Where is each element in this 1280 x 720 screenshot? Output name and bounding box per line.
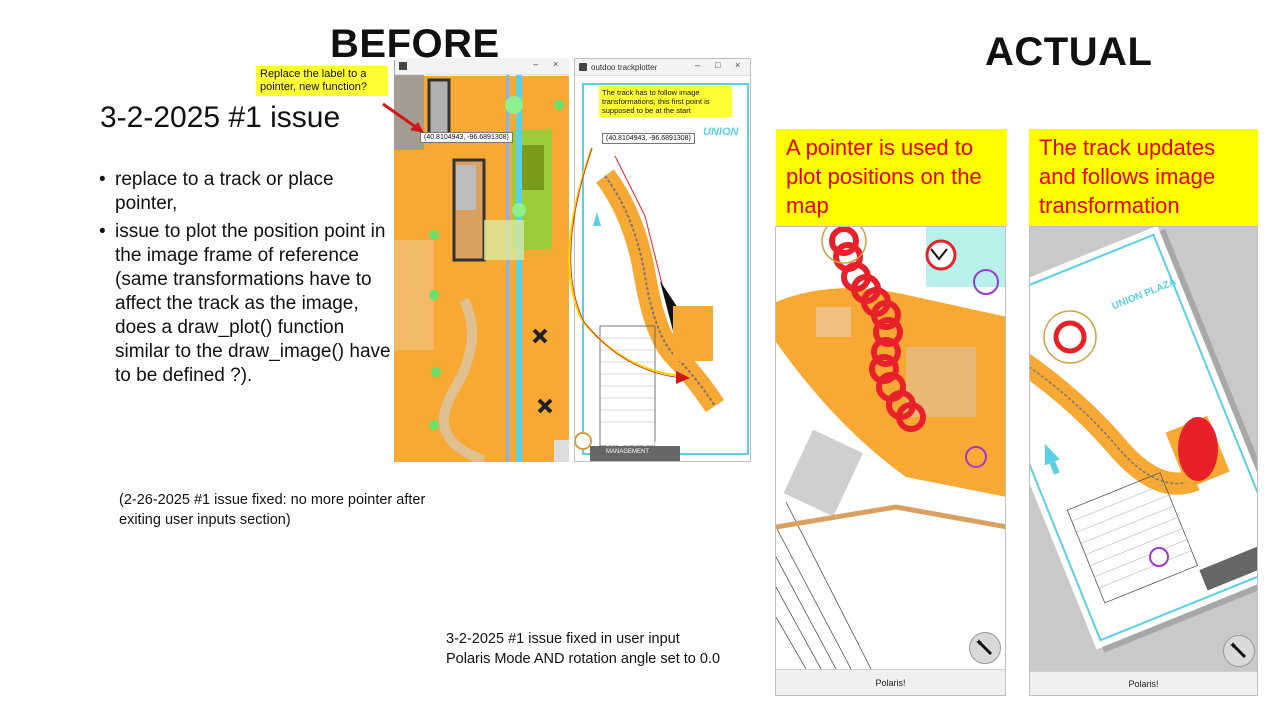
pointer-map-graphic bbox=[776, 227, 1005, 670]
actual-heading: ACTUAL bbox=[985, 30, 1153, 74]
titlebar: outdoo trackplotter – □ × bbox=[575, 59, 750, 76]
issue-bullets: replace to a track or place pointer, iss… bbox=[99, 168, 399, 392]
minimize-icon[interactable]: – bbox=[695, 60, 700, 70]
close-icon[interactable]: × bbox=[735, 60, 740, 70]
magic-wand-button[interactable] bbox=[1223, 635, 1255, 667]
actual-left-caption: A pointer is used to plot positions on t… bbox=[776, 129, 1007, 226]
issue-bullet: replace to a track or place pointer, bbox=[99, 168, 399, 216]
issue-title: 3-2-2025 #1 issue bbox=[100, 101, 341, 134]
actual-left-window: Polaris! bbox=[775, 226, 1006, 696]
blm-label: BUREAU OF LAND MANAGEMENT bbox=[606, 442, 659, 455]
maximize-icon[interactable]: □ bbox=[715, 60, 720, 70]
close-icon[interactable]: × bbox=[553, 59, 558, 69]
pointer-arrow-icon bbox=[382, 102, 424, 133]
magic-wand-icon bbox=[976, 639, 993, 656]
before-left-titlebar: – × bbox=[395, 58, 569, 75]
before-right-sticky-note: The track has to follow image transforma… bbox=[599, 86, 732, 117]
fixed-input-note-line: 3-2-2025 #1 issue fixed in user input bbox=[446, 631, 680, 647]
fixed-pointer-note: (2-26-2025 #1 issue fixed: no more point… bbox=[119, 492, 426, 528]
window-title: outdoo trackplotter bbox=[591, 62, 658, 72]
actual-right-caption: The track updates and follows image tran… bbox=[1029, 129, 1258, 226]
coordinate-label: (40.8104943, -96.6891308) bbox=[420, 132, 513, 143]
minimize-icon[interactable]: – bbox=[533, 59, 538, 69]
magic-wand-icon bbox=[1230, 642, 1247, 659]
fixed-input-note: 3-2-2025 #1 issue fixed in user input Po… bbox=[446, 629, 766, 669]
actual-right-window: UNION PLAZA BUREAU OF LAND MANAGEMENT Po… bbox=[1029, 226, 1258, 696]
app-icon bbox=[399, 62, 407, 70]
transform-arrow-icon bbox=[568, 147, 690, 384]
app-icon bbox=[579, 63, 587, 71]
before-left-sticky-note: Replace the label to a pointer, new func… bbox=[256, 66, 388, 96]
issue-bullet: issue to plot the position point in the … bbox=[99, 220, 399, 388]
magic-wand-button[interactable] bbox=[969, 632, 1001, 664]
fixed-input-note-line: Polaris Mode AND rotation angle set to 0… bbox=[446, 651, 721, 667]
map-title: UNION bbox=[703, 126, 739, 138]
status-bar: Polaris! bbox=[1030, 671, 1257, 695]
status-bar: Polaris! bbox=[776, 669, 1005, 695]
